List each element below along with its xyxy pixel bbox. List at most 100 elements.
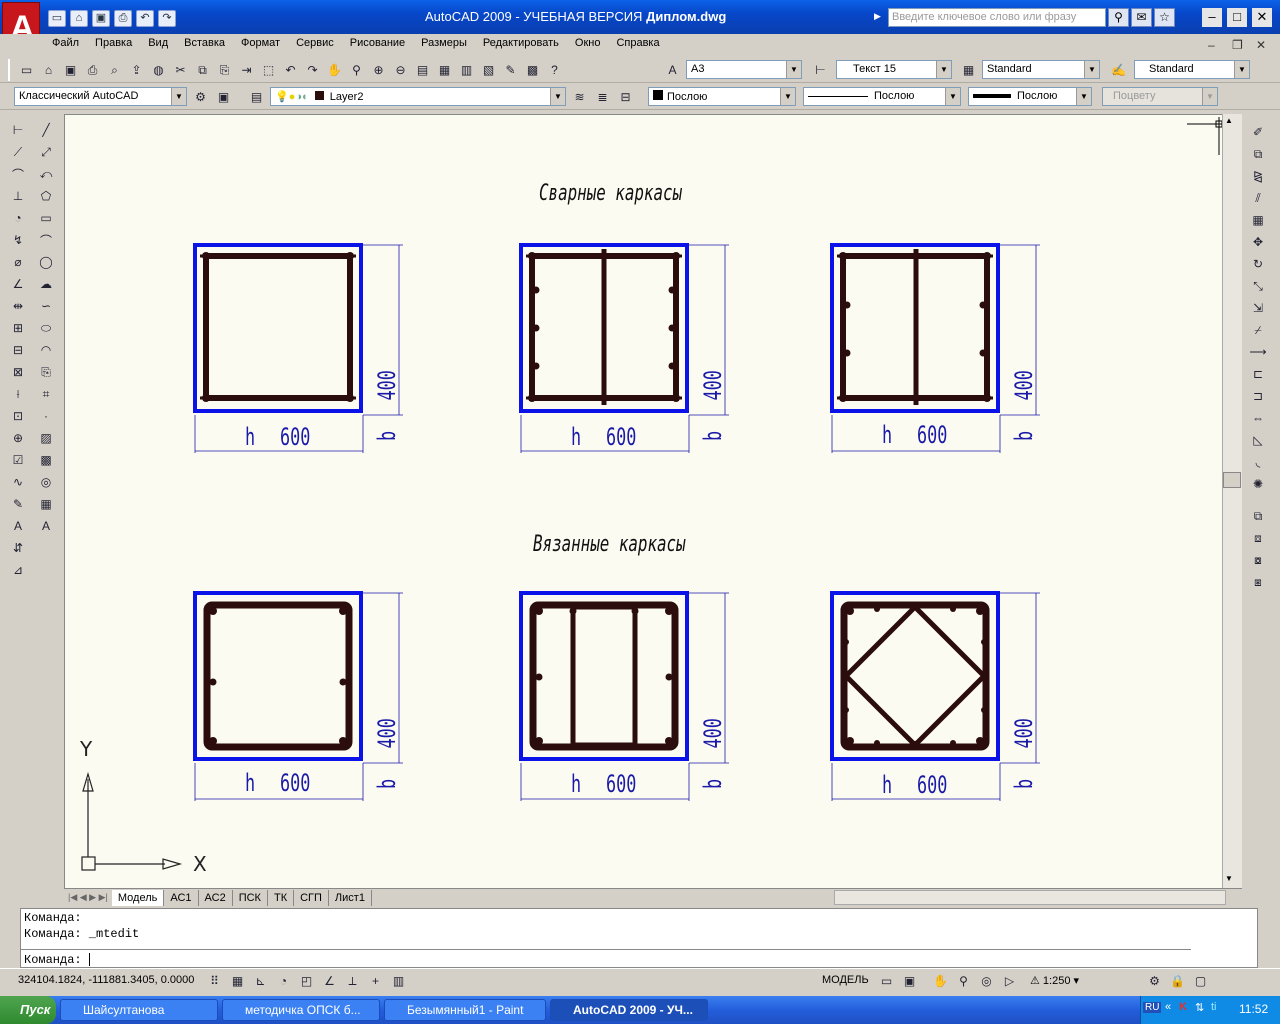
lineweight-select[interactable]: Послою ▼ (968, 87, 1092, 106)
ortho-icon[interactable]: ⊾ (250, 971, 271, 991)
ti-icon[interactable]: ti (1211, 1001, 1217, 1013)
aligned-dim-icon[interactable]: ⟋ (8, 142, 28, 162)
network-icon[interactable]: ⇅ (1195, 1001, 1204, 1014)
make-current-layer-icon[interactable]: ≋ (569, 87, 590, 107)
sheet-set-icon[interactable]: ▧ (478, 60, 499, 80)
color-select[interactable]: Послою ▼ (648, 87, 796, 106)
layer-previous-icon[interactable]: ≣ (592, 87, 613, 107)
close-button[interactable]: ✕ (1252, 8, 1272, 27)
undo-icon[interactable]: ↶ (136, 10, 154, 27)
lineweight-toggle-icon[interactable]: ▥ (388, 971, 409, 991)
mtext-icon[interactable]: A (36, 516, 56, 536)
new-file-icon[interactable]: ▭ (48, 10, 66, 27)
quickcalc-icon[interactable]: ▩ (522, 60, 543, 80)
model-space-label[interactable]: МОДЕЛЬ (822, 974, 869, 986)
dim-break-icon[interactable]: ⟊ (8, 384, 28, 404)
otrack-icon[interactable]: ∠ (319, 971, 340, 991)
paste-icon[interactable]: ⎘ (214, 60, 235, 80)
publish-icon[interactable]: ⇪ (126, 60, 147, 80)
polygon-icon[interactable]: ⬠ (36, 186, 56, 206)
workspace-switch-icon[interactable]: ⚙ (1144, 971, 1165, 991)
gradient-icon[interactable]: ▩ (36, 450, 56, 470)
start-button[interactable]: Пуск (0, 996, 56, 1024)
arc-length-icon[interactable]: ⌒ (8, 164, 28, 184)
task-word[interactable]: методичка ОПСК б... (222, 999, 380, 1021)
save-icon[interactable]: ▣ (92, 10, 110, 27)
diameter-icon[interactable]: ⌀ (8, 252, 28, 272)
continue-icon[interactable]: ⊟ (8, 340, 28, 360)
save-icon[interactable]: ▣ (60, 60, 81, 80)
menu-window[interactable]: Окно (567, 34, 609, 54)
zoom-previous-icon[interactable]: ⊖ (390, 60, 411, 80)
jogged-icon[interactable]: ↯ (8, 230, 28, 250)
ducs-icon[interactable]: ⟂ (342, 971, 363, 991)
linear-dim-icon[interactable]: ⊢ (8, 120, 28, 140)
menu-dimension[interactable]: Размеры (413, 34, 475, 54)
tab-model[interactable]: Модель (111, 889, 165, 906)
tab-sheet1[interactable]: Лист1 (329, 889, 372, 906)
minimize-button[interactable]: – (1202, 8, 1222, 27)
tab-nav-icons[interactable]: |◀ ◀ ▶ ▶| (64, 892, 112, 903)
zoom-status-icon[interactable]: ⚲ (953, 971, 974, 991)
table-style-icon[interactable]: ▦ (958, 60, 979, 80)
pan-status-icon[interactable]: ✋ (930, 971, 951, 991)
help-icon[interactable]: ? (544, 60, 565, 80)
break-icon[interactable]: ⊐ (1248, 386, 1268, 406)
quickview-drawings-icon[interactable]: ▣ (899, 971, 920, 991)
menu-format[interactable]: Формат (233, 34, 288, 54)
ellipse-arc-icon[interactable]: ◠ (36, 340, 56, 360)
table-icon[interactable]: ▦ (36, 494, 56, 514)
dim-style-icon[interactable]: ⊢ (810, 60, 831, 80)
mleader-style-icon[interactable]: ✍ (1108, 60, 1129, 80)
markup-icon[interactable]: ✎ (500, 60, 521, 80)
cut-icon[interactable]: ✂ (170, 60, 191, 80)
quickview-layouts-icon[interactable]: ▭ (876, 971, 897, 991)
osnap-icon[interactable]: ◰ (296, 971, 317, 991)
redo-icon[interactable]: ↷ (302, 60, 323, 80)
dim-style-icon[interactable]: ⊿ (8, 560, 28, 580)
mirror-icon[interactable]: ⧎ (1248, 166, 1268, 186)
radius-icon[interactable]: ◔ (8, 208, 28, 228)
redo-icon[interactable]: ↷ (158, 10, 176, 27)
scale-icon[interactable]: ⤡ (1248, 276, 1268, 296)
tab-sgp[interactable]: СГП (294, 889, 329, 906)
line-icon[interactable]: ╱ (36, 120, 56, 140)
trim-icon[interactable]: ⌿ (1248, 320, 1268, 340)
layer-select[interactable]: 💡●◑◐ Layer2 ▼ (270, 87, 566, 106)
chamfer-icon[interactable]: ◺ (1248, 430, 1268, 450)
search-icon[interactable]: ⚲ (1108, 8, 1129, 27)
stretch-icon[interactable]: ⇲ (1248, 298, 1268, 318)
hatch-icon[interactable]: ▨ (36, 428, 56, 448)
showmotion-icon[interactable]: ▷ (999, 971, 1020, 991)
text-size-select[interactable]: Текст 15 ▼ (836, 60, 952, 79)
command-prompt[interactable]: Команда: (24, 953, 90, 967)
tab-as2[interactable]: АС2 (199, 889, 233, 906)
dim-style-select[interactable]: Standard ▼ (982, 60, 1100, 79)
task-autocad[interactable]: AutoCAD 2009 - УЧ... (550, 999, 708, 1021)
ellipse-icon[interactable]: ⬭ (36, 318, 56, 338)
annotation-scale[interactable]: ⚠ 1:250 ▾ (1030, 974, 1079, 987)
dim-update-icon[interactable]: ⇵ (8, 538, 28, 558)
tolerance-icon[interactable]: ⊡ (8, 406, 28, 426)
bring-above-icon[interactable]: ⧇ (1248, 550, 1268, 570)
tab-as1[interactable]: АС1 (164, 889, 199, 906)
zoom-realtime-icon[interactable]: ⚲ (346, 60, 367, 80)
match-properties-icon[interactable]: ⇥ (236, 60, 257, 80)
task-paint[interactable]: Безымянный1 - Paint (384, 999, 546, 1021)
dim-space-icon[interactable]: ⊠ (8, 362, 28, 382)
search-input[interactable]: Введите ключевое слово или фразу (888, 8, 1106, 27)
move-icon[interactable]: ✥ (1248, 232, 1268, 252)
lock-icon[interactable]: 🔒 (1167, 971, 1188, 991)
menu-file[interactable]: Файл (44, 34, 87, 54)
angular-icon[interactable]: ∠ (8, 274, 28, 294)
polyline-icon[interactable]: ⤺ (36, 164, 56, 184)
clean-screen-icon[interactable]: ▢ (1190, 971, 1211, 991)
plot-icon[interactable]: ⎙ (82, 60, 103, 80)
scroll-up-icon[interactable]: ▲ (1225, 116, 1233, 125)
make-block-icon[interactable]: ⌗ (36, 384, 56, 404)
doc-close-button[interactable]: ✕ (1256, 38, 1266, 52)
tool-palettes-icon[interactable]: ▥ (456, 60, 477, 80)
workspace-select[interactable]: Классический AutoCAD ▼ (14, 87, 187, 106)
offset-icon[interactable]: ⫽ (1248, 188, 1268, 208)
copy-object-icon[interactable]: ⧉ (1248, 144, 1268, 164)
